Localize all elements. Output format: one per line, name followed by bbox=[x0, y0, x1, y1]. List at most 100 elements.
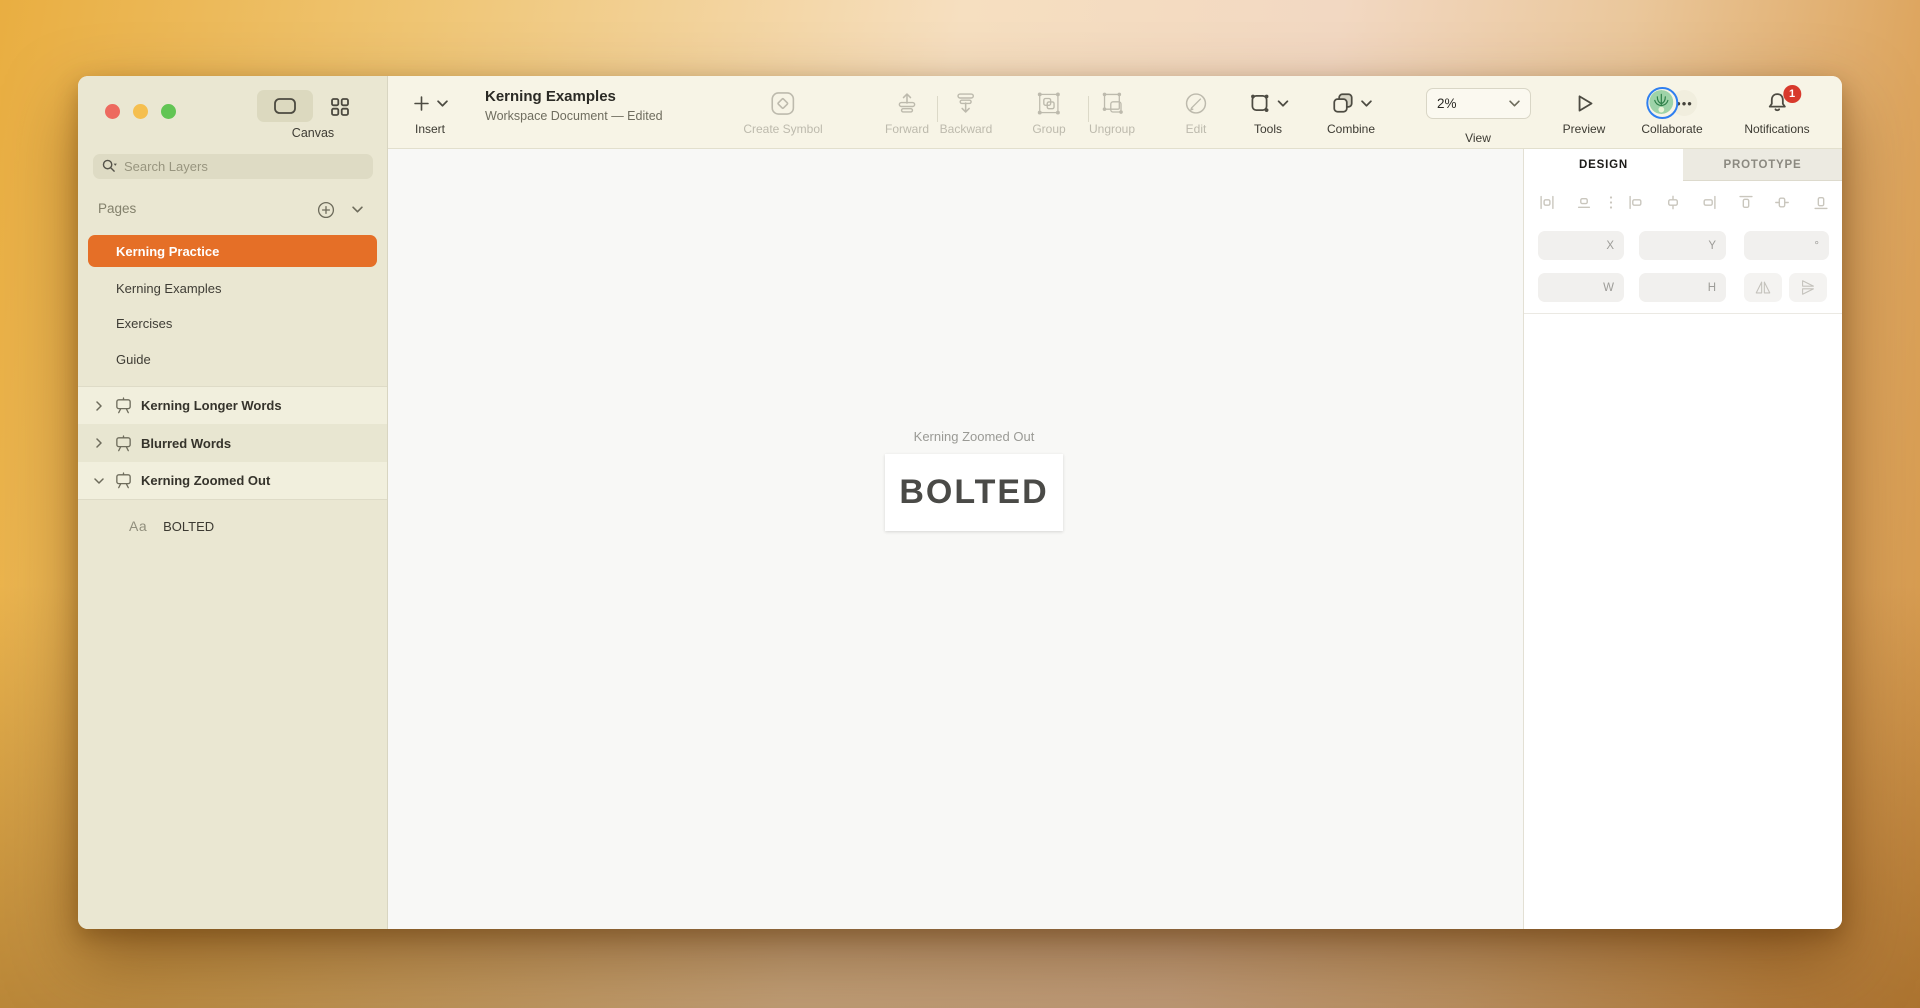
zoom-level-dropdown[interactable]: 2% bbox=[1426, 88, 1531, 119]
tools-button[interactable]: Tools bbox=[1248, 76, 1289, 136]
align-top-icon[interactable] bbox=[1739, 195, 1754, 210]
minimize-window-button[interactable] bbox=[133, 104, 148, 119]
ungroup-button[interactable]: Ungroup bbox=[1089, 76, 1135, 136]
collaborate-button[interactable]: ••• Collaborate bbox=[1641, 76, 1702, 136]
text-layer-icon: Aa bbox=[129, 518, 147, 534]
x-field-label: X bbox=[1606, 240, 1614, 252]
artboard-title[interactable]: Kerning Zoomed Out bbox=[885, 429, 1063, 444]
move-backward-icon bbox=[954, 91, 978, 115]
align-center-horizontally-icon[interactable] bbox=[1666, 195, 1681, 210]
document-title: Kerning Examples bbox=[485, 88, 663, 105]
align-middle-vertically-icon[interactable] bbox=[1775, 195, 1790, 210]
combine-button[interactable]: Combine bbox=[1327, 76, 1375, 136]
grid-view-button[interactable] bbox=[327, 94, 353, 120]
tab-design[interactable]: DESIGN bbox=[1524, 149, 1683, 181]
close-window-button[interactable] bbox=[105, 104, 120, 119]
artboard-icon bbox=[114, 396, 133, 415]
artboard-row-kerning-longer-words[interactable]: Kerning Longer Words bbox=[78, 386, 387, 424]
play-icon bbox=[1573, 92, 1596, 115]
chevron-down-icon bbox=[1509, 100, 1520, 107]
distribute-horizontally-icon[interactable] bbox=[1540, 195, 1555, 210]
rotation-field[interactable]: ° bbox=[1744, 231, 1829, 260]
forward-button[interactable]: Forward bbox=[885, 76, 929, 136]
chevron-down-icon bbox=[1361, 100, 1372, 107]
page-label: Kerning Practice bbox=[116, 244, 219, 259]
x-position-field[interactable]: X bbox=[1538, 231, 1624, 260]
search-icon bbox=[101, 158, 118, 175]
notifications-label: Notifications bbox=[1744, 122, 1809, 136]
artboard-label: Kerning Longer Words bbox=[141, 398, 282, 413]
flip-horizontal-button[interactable] bbox=[1744, 273, 1782, 302]
collaborator-avatar[interactable] bbox=[1647, 87, 1679, 119]
preview-button[interactable]: Preview bbox=[1563, 76, 1606, 136]
distribute-vertically-icon[interactable] bbox=[1577, 195, 1592, 210]
insert-label: Insert bbox=[415, 122, 445, 136]
y-position-field[interactable]: Y bbox=[1639, 231, 1726, 260]
chevron-right-icon[interactable] bbox=[92, 401, 106, 411]
alignment-options-divider-icon bbox=[1609, 195, 1613, 210]
edit-label: Edit bbox=[1186, 122, 1207, 136]
notifications-button[interactable]: 1 Notifications bbox=[1744, 76, 1809, 136]
artboard-kerning-zoomed-out[interactable]: BOLTED bbox=[885, 454, 1063, 531]
artboard-text-layer[interactable]: BOLTED bbox=[899, 473, 1048, 512]
align-bottom-icon[interactable] bbox=[1814, 195, 1829, 210]
group-icon bbox=[1036, 91, 1061, 116]
sidebar-page-kerning-examples[interactable]: Kerning Examples bbox=[88, 272, 377, 304]
sidebar-page-guide[interactable]: Guide bbox=[88, 343, 377, 375]
chevron-right-icon[interactable] bbox=[92, 438, 106, 448]
notification-count-badge: 1 bbox=[1783, 85, 1801, 103]
artboard-icon bbox=[114, 471, 133, 490]
sidebar-page-kerning-practice[interactable]: Kerning Practice bbox=[88, 235, 377, 267]
combine-label: Combine bbox=[1327, 122, 1375, 136]
layer-row-bolted[interactable]: Aa BOLTED bbox=[78, 508, 387, 544]
flip-vertical-button[interactable] bbox=[1789, 273, 1827, 302]
collapse-pages-icon[interactable] bbox=[352, 206, 363, 213]
view-label: View bbox=[1465, 131, 1491, 145]
edit-pencil-icon bbox=[1184, 91, 1209, 116]
width-field-label: W bbox=[1603, 282, 1614, 294]
artboard-label: Kerning Zoomed Out bbox=[141, 473, 270, 488]
rotation-field-label: ° bbox=[1814, 240, 1819, 252]
flip-horizontal-icon bbox=[1754, 280, 1772, 295]
artboard-row-kerning-zoomed-out[interactable]: Kerning Zoomed Out bbox=[78, 462, 387, 500]
inspector-divider bbox=[1524, 313, 1842, 314]
chevron-down-icon bbox=[437, 100, 448, 107]
ungroup-icon bbox=[1100, 91, 1125, 116]
height-field[interactable]: H bbox=[1639, 273, 1726, 302]
tools-icon bbox=[1248, 91, 1272, 115]
artboard-icon bbox=[114, 434, 133, 453]
zoom-level-value: 2% bbox=[1437, 96, 1457, 111]
chevron-down-icon[interactable] bbox=[92, 477, 106, 485]
add-page-button[interactable] bbox=[317, 201, 335, 219]
artboard-row-blurred-words[interactable]: Blurred Words bbox=[78, 424, 387, 462]
chevron-down-icon bbox=[1278, 100, 1289, 107]
insert-button[interactable]: Insert bbox=[412, 76, 448, 136]
alignment-toolbar bbox=[1524, 195, 1842, 219]
combine-icon bbox=[1331, 91, 1355, 115]
collaborate-label: Collaborate bbox=[1641, 122, 1702, 136]
sidebar-page-exercises[interactable]: Exercises bbox=[88, 307, 377, 339]
content: Kerning Zoomed Out BOLTED DESIGN PROTOTY… bbox=[388, 149, 1842, 929]
zoom-window-button[interactable] bbox=[161, 104, 176, 119]
grid-icon bbox=[330, 97, 350, 117]
edit-button[interactable]: Edit bbox=[1184, 76, 1209, 136]
desktop: { "titlebar": { "canvas_toggle_label": "… bbox=[0, 0, 1920, 1008]
canvas-frame-icon bbox=[273, 97, 297, 115]
tab-prototype[interactable]: PROTOTYPE bbox=[1683, 149, 1842, 181]
backward-button[interactable]: Backward bbox=[940, 76, 993, 136]
group-button[interactable]: Group bbox=[1032, 76, 1065, 136]
canvas-toggle-label: Canvas bbox=[257, 126, 369, 140]
tools-label: Tools bbox=[1254, 122, 1282, 136]
create-symbol-label: Create Symbol bbox=[743, 122, 822, 136]
search-layers-field[interactable] bbox=[93, 154, 373, 179]
canvas[interactable]: Kerning Zoomed Out BOLTED bbox=[388, 149, 1523, 929]
align-right-icon[interactable] bbox=[1702, 195, 1717, 210]
width-field[interactable]: W bbox=[1538, 273, 1624, 302]
search-input[interactable] bbox=[124, 159, 365, 174]
canvas-view-button[interactable] bbox=[257, 90, 313, 122]
create-symbol-button[interactable]: Create Symbol bbox=[743, 76, 822, 136]
flip-vertical-icon bbox=[1799, 280, 1817, 295]
backward-label: Backward bbox=[940, 122, 993, 136]
align-left-icon[interactable] bbox=[1629, 195, 1644, 210]
document-title-block: Kerning Examples Workspace Document — Ed… bbox=[485, 88, 663, 123]
